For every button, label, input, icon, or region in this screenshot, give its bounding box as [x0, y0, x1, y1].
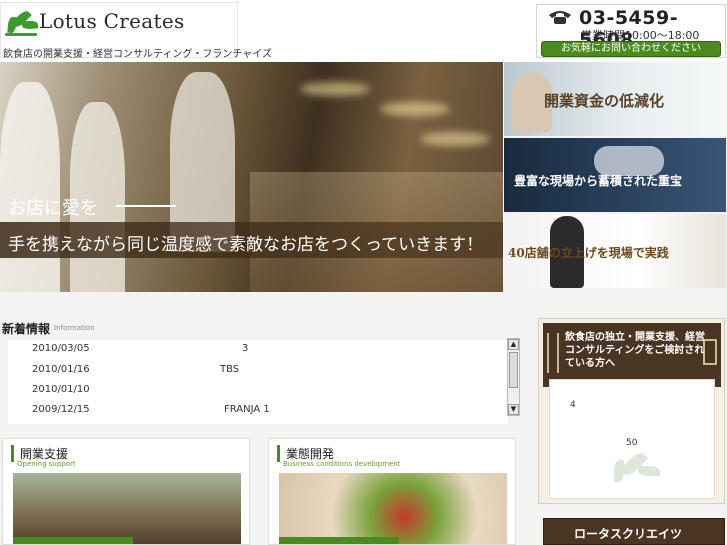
- inquiry-button[interactable]: お気軽にお問い合わせください: [541, 41, 721, 57]
- consult-number: 4: [570, 400, 576, 410]
- company-button[interactable]: ロータスクリエイツ: [543, 518, 725, 545]
- consult-box[interactable]: 飲食店の独立・開業支援、経営コンサルティングをご検討されている方へ 4 50: [538, 318, 725, 504]
- news-list: 2010/03/05 3 2010/01/16 TBS 2010/01/10 2…: [8, 340, 508, 424]
- news-text[interactable]: FRANJA 1: [224, 404, 270, 415]
- news-date: 2010/01/10: [32, 384, 90, 395]
- consult-body: 4 50: [549, 379, 715, 499]
- news-date: 2010/01/16: [32, 364, 90, 375]
- hero-divider: [116, 205, 176, 207]
- panel-label: 豊富な現場から蓄積された重宝: [514, 174, 683, 188]
- contact-box: 03-5459-5608 営業時間10:00～18:00 お気軽にお問い合わせく…: [536, 4, 726, 58]
- hero-figure-chef: [0, 82, 60, 292]
- card-subtitle: Opening support: [17, 460, 76, 468]
- hero-catch: お店に愛を: [8, 198, 98, 219]
- news-scrollbar[interactable]: ▲ ▼: [507, 338, 520, 416]
- card-link-bar[interactable]: [279, 537, 399, 544]
- scroll-up-button[interactable]: ▲: [508, 339, 519, 350]
- news-date: 2010/03/05: [32, 343, 90, 354]
- panel-practice[interactable]: 40店舗の立上げを現場で実践: [504, 214, 726, 288]
- telephone-icon: [547, 9, 573, 25]
- news-section: 新着情報 Information 2010/03/05 3 2010/01/16…: [0, 316, 520, 424]
- trash-bin-icon: [703, 339, 717, 365]
- tagline: 飲食店の開業支援・経営コンサルティング・フランチャイズ: [3, 49, 272, 60]
- card-photo: [279, 473, 507, 544]
- card-subtitle: Business conditions development: [283, 460, 401, 468]
- news-subtitle: Information: [54, 324, 95, 332]
- card-business-development[interactable]: 業態開発 Business conditions development: [268, 438, 516, 545]
- panel-cost-reduction[interactable]: 開業資金の低減化: [504, 62, 726, 136]
- news-text[interactable]: 3: [242, 343, 248, 354]
- consult-header: 飲食店の独立・開業支援、経営コンサルティングをご検討されている方へ: [543, 323, 721, 387]
- site-header: Lotus Creates 飲食店の開業支援・経営コンサルティング・フランチャイ…: [0, 0, 727, 62]
- panel-experience[interactable]: 豊富な現場から蓄積された重宝: [504, 138, 726, 212]
- restaurant-icon: [547, 333, 559, 373]
- scroll-down-button[interactable]: ▼: [508, 404, 519, 415]
- logo[interactable]: Lotus Creates 飲食店の開業支援・経営コンサルティング・フランチャイ…: [0, 2, 272, 60]
- consult-number: 50: [626, 438, 638, 448]
- brand-name: Lotus Creates: [39, 9, 185, 33]
- panel-label: 40店舗の立上げを現場で実践: [508, 246, 669, 260]
- hero-caption: 手を携えながら同じ温度感で素敵なお店をつくっていきます！: [8, 235, 484, 255]
- news-title: 新着情報: [2, 322, 51, 336]
- panel-label: 開業資金の低減化: [544, 92, 665, 110]
- news-text[interactable]: TBS: [220, 364, 239, 375]
- news-item[interactable]: 2010/01/10: [8, 384, 508, 404]
- hero-banner: お店に愛を 手を携えながら同じ温度感で素敵なお店をつくっていきます！: [0, 62, 503, 292]
- lotus-watermark-icon: [610, 449, 660, 490]
- card-photo: [13, 473, 241, 544]
- card-opening-support[interactable]: 開業支援 Opening support: [2, 438, 250, 545]
- scroll-thumb[interactable]: [509, 352, 518, 388]
- lotus-leaf-icon: [5, 7, 39, 37]
- news-item[interactable]: 2010/03/05 3: [8, 343, 508, 363]
- news-item[interactable]: 2010/01/16 TBS: [8, 364, 508, 384]
- news-item[interactable]: 2009/12/15 FRANJA 1: [8, 404, 508, 424]
- card-link-bar[interactable]: [13, 537, 133, 544]
- news-date: 2009/12/15: [32, 404, 90, 415]
- consult-heading: 飲食店の独立・開業支援、経営コンサルティングをご検討されている方へ: [565, 332, 705, 369]
